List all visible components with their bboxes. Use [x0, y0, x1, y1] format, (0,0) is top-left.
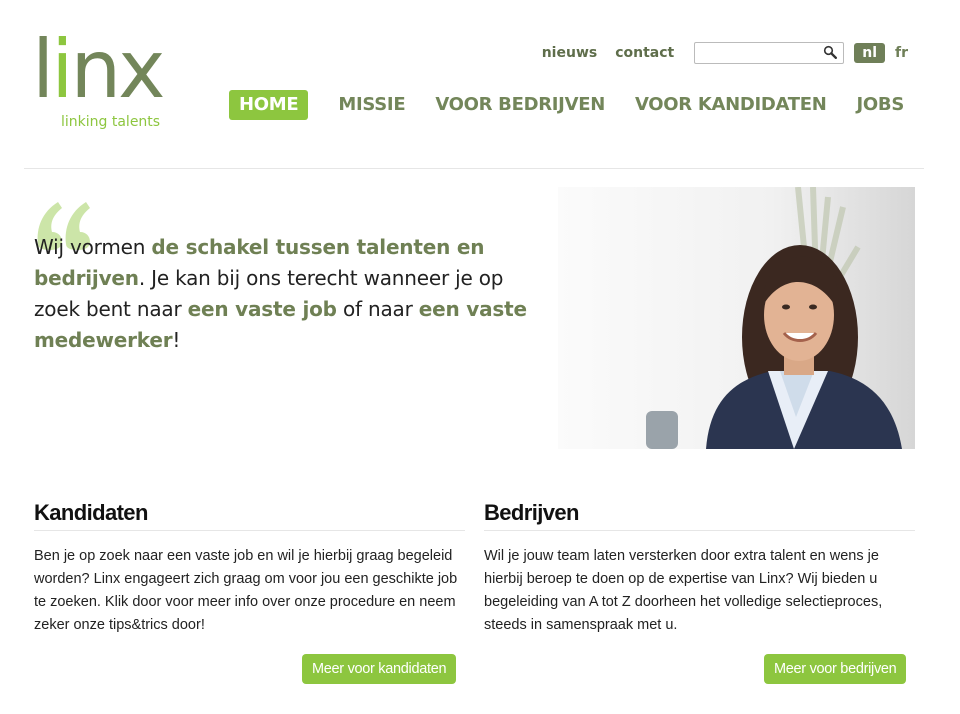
header-divider: [24, 168, 924, 169]
hero-text-1: Wij vormen: [34, 235, 152, 259]
logo-tagline: linking talents: [61, 114, 161, 130]
nav-missie[interactable]: MISSIE: [338, 90, 405, 120]
search-box: [694, 42, 845, 64]
hero-text-4: !: [172, 328, 181, 352]
main-nav: HOME MISSIE VOOR BEDRIJVEN VOOR KANDIDAT…: [229, 90, 904, 120]
site-logo[interactable]: linx linking talents: [32, 30, 182, 135]
nav-link-contact[interactable]: contact: [615, 45, 674, 61]
nav-jobs[interactable]: JOBS: [857, 90, 905, 120]
bedrijven-section: Bedrijven Wil je jouw team laten verster…: [484, 500, 915, 637]
magnifier-icon[interactable]: [823, 45, 838, 59]
bedrijven-body: Wil je jouw team laten versterken door e…: [484, 548, 883, 633]
hero-highlight-2: een vaste job: [187, 297, 337, 321]
nav-home[interactable]: HOME: [229, 90, 309, 120]
kandidaten-section: Kandidaten Ben je op zoek naar een vaste…: [34, 500, 465, 637]
hero-photo: [558, 187, 915, 449]
search-input[interactable]: [695, 45, 820, 63]
nav-voor-bedrijven[interactable]: VOOR BEDRIJVEN: [435, 90, 605, 120]
kandidaten-body: Ben je op zoek naar een vaste job en wil…: [34, 548, 458, 633]
logo-wordmark: linx: [32, 23, 166, 116]
utility-nav: nieuws contact nl fr: [542, 42, 908, 64]
kandidaten-title: Kandidaten: [34, 500, 465, 531]
meer-voor-bedrijven-button[interactable]: Meer voor bedrijven: [764, 654, 907, 684]
meer-voor-kandidaten-button[interactable]: Meer voor kandidaten: [302, 654, 457, 684]
nav-link-news[interactable]: nieuws: [542, 45, 598, 61]
hero-statement: Wij vormen de schakel tussen talenten en…: [34, 232, 554, 356]
bedrijven-title: Bedrijven: [484, 500, 915, 531]
nav-voor-kandidaten[interactable]: VOOR KANDIDATEN: [635, 90, 827, 120]
hero-text-3: of naar: [336, 297, 419, 321]
lang-nl[interactable]: nl: [854, 43, 885, 63]
lang-fr[interactable]: fr: [895, 45, 908, 61]
